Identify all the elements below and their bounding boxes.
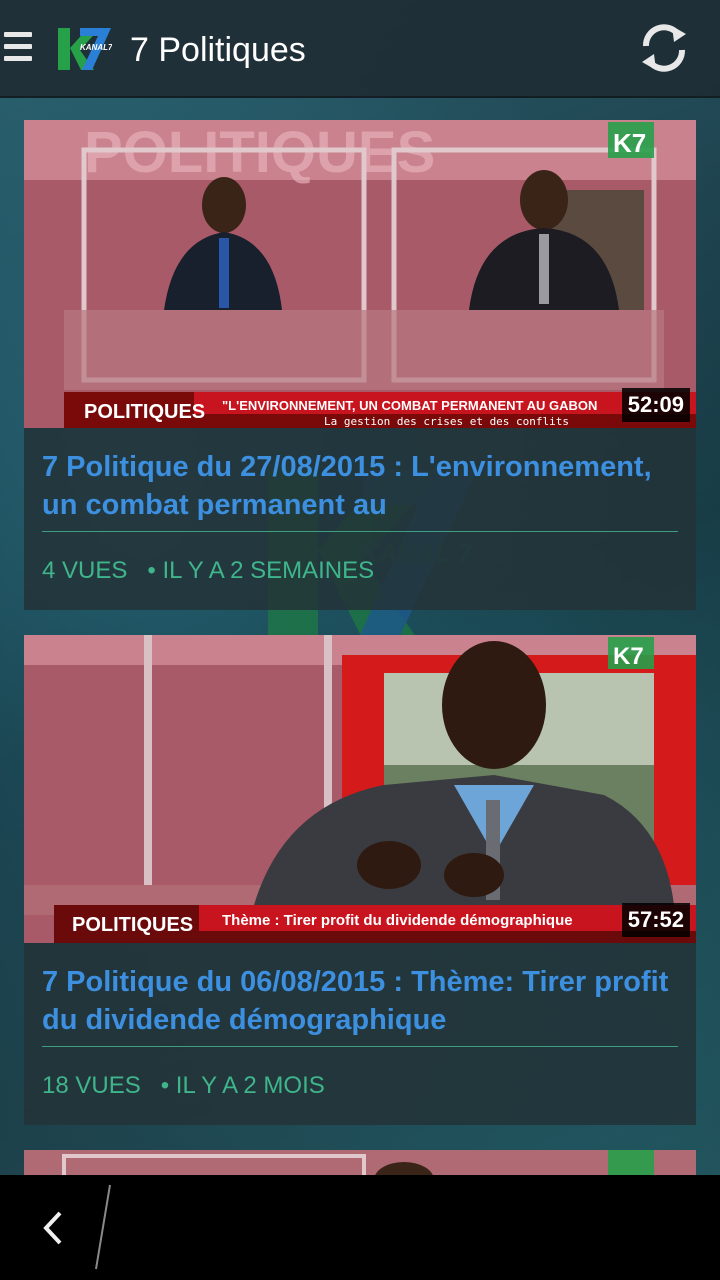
svg-text:POLITIQUES: POLITIQUES bbox=[72, 914, 193, 936]
channel-bug: K7 bbox=[613, 128, 646, 158]
video-thumbnail[interactable]: POLITIQUES K7 POLITIQUES "L'ENVIRONNEMEN… bbox=[24, 120, 696, 428]
svg-text:"L'ENVIRONNEMENT, UN COMBAT PE: "L'ENVIRONNEMENT, UN COMBAT PERMANENT AU… bbox=[222, 398, 597, 413]
view-count: 4 VUES bbox=[42, 557, 128, 584]
video-meta: 4 VUES • IL Y A 2 SEMAINES bbox=[42, 556, 374, 586]
video-card[interactable]: K7 POLITIQUES Thème : Tirer profit du di… bbox=[24, 635, 696, 1125]
app-bar: KANAL7 7 Politiques bbox=[0, 0, 720, 98]
thumbnail-image: POLITIQUES K7 POLITIQUES "L'ENVIRONNEMEN… bbox=[24, 120, 696, 428]
video-title[interactable]: 7 Politique du 06/08/2015 : Thème: Tirer… bbox=[42, 963, 682, 1039]
video-thumbnail[interactable]: K7 POLITIQUES Thème : Tirer profit du di… bbox=[24, 635, 696, 943]
divider bbox=[42, 1046, 678, 1047]
video-card[interactable]: POLITIQUES K7 POLITIQUES "L'ENVIRONNEMEN… bbox=[24, 120, 696, 610]
refresh-icon[interactable] bbox=[636, 20, 692, 76]
upload-age: • IL Y A 2 SEMAINES bbox=[147, 557, 375, 584]
svg-text:La gestion des crises et des c: La gestion des crises et des conflits bbox=[324, 415, 569, 428]
video-list: POLITIQUES K7 POLITIQUES "L'ENVIRONNEMEN… bbox=[24, 120, 696, 1180]
thumbnail-image: K7 POLITIQUES Thème : Tirer profit du di… bbox=[24, 635, 696, 943]
upload-age: • IL Y A 2 MOIS bbox=[160, 1072, 325, 1099]
video-title[interactable]: 7 Politique du 27/08/2015 : L'environnem… bbox=[42, 448, 682, 524]
divider bbox=[42, 531, 678, 532]
kanal7-logo[interactable]: KANAL7 bbox=[56, 26, 112, 72]
view-count: 18 VUES bbox=[42, 1072, 141, 1099]
video-meta: 18 VUES • IL Y A 2 MOIS bbox=[42, 1071, 325, 1101]
video-duration: 57:52 bbox=[621, 903, 690, 937]
video-duration: 52:09 bbox=[621, 388, 690, 422]
svg-text:Thème : Tirer profit du divide: Thème : Tirer profit du dividende démogr… bbox=[222, 912, 573, 929]
hamburger-icon[interactable] bbox=[4, 32, 32, 64]
back-icon[interactable] bbox=[36, 1205, 76, 1251]
system-nav-bar bbox=[0, 1175, 720, 1280]
svg-text:POLITIQUES: POLITIQUES bbox=[84, 401, 205, 423]
svg-text:KANAL7: KANAL7 bbox=[80, 43, 112, 52]
nav-divider bbox=[95, 1184, 111, 1270]
channel-bug: K7 bbox=[613, 643, 644, 670]
page-title: 7 Politiques bbox=[130, 31, 306, 69]
